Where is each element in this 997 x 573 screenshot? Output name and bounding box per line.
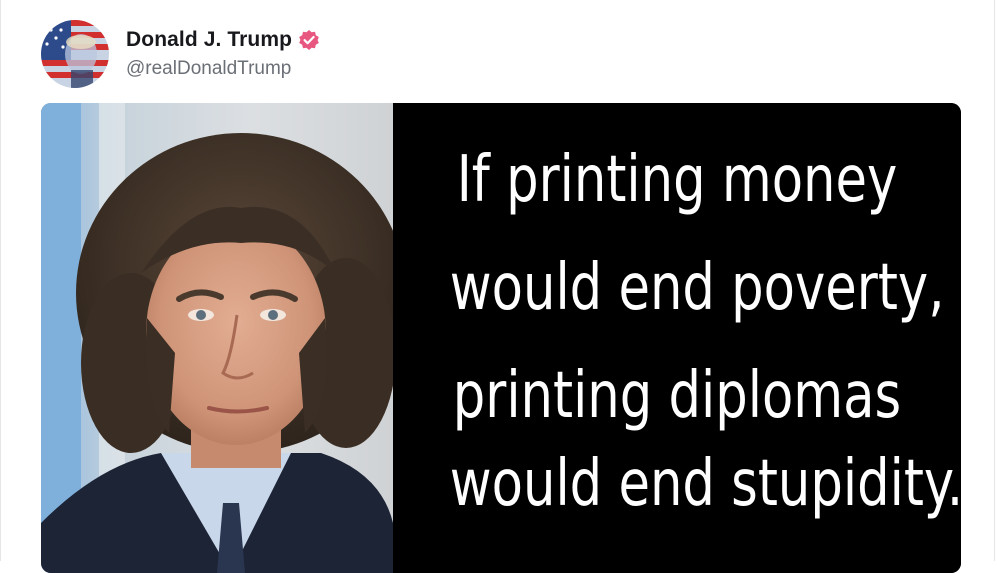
quote-line-4: would end stupidity. <box>449 447 961 521</box>
quote-panel: If printing money would end poverty, pri… <box>393 103 961 573</box>
flag-portrait-avatar-icon <box>41 20 109 88</box>
author-avatar[interactable] <box>41 20 109 88</box>
portrait-photo-icon <box>41 103 393 573</box>
quote-line-1: If printing money <box>456 143 898 217</box>
post-media[interactable]: If printing money would end poverty, pri… <box>41 103 961 573</box>
post-card: Donald J. Trump @realDonaldTrump If prin… <box>0 0 995 573</box>
author-display-name[interactable]: Donald J. Trump <box>126 28 292 52</box>
author-name-row: Donald J. Trump <box>126 28 320 52</box>
quote-line-3: printing diplomas <box>452 359 902 433</box>
author-identity: Donald J. Trump @realDonaldTrump <box>126 28 320 80</box>
quote-line-2: would end poverty, <box>449 251 945 325</box>
post-header: Donald J. Trump @realDonaldTrump <box>41 18 320 90</box>
author-handle[interactable]: @realDonaldTrump <box>126 58 320 80</box>
verified-badge-icon <box>298 29 320 51</box>
